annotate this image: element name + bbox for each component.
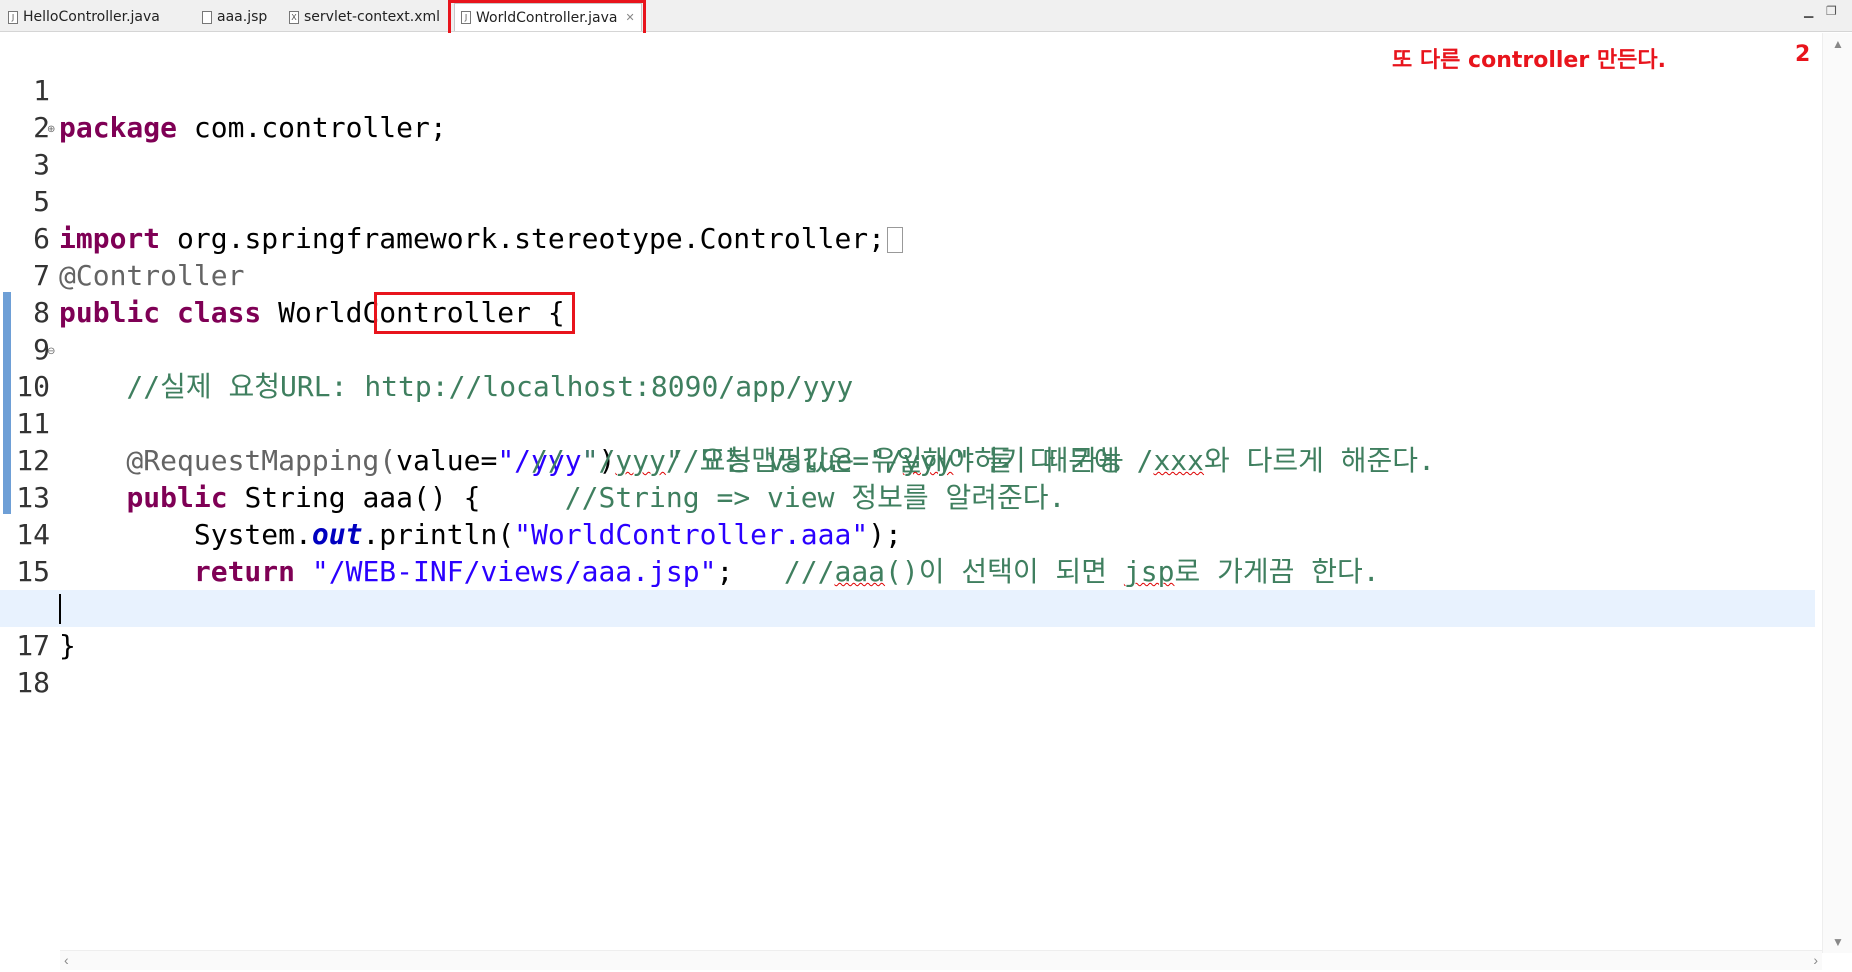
close-icon[interactable]: ✕ xyxy=(625,11,634,24)
code-line-7: 7 public class WorldController { xyxy=(0,220,1815,329)
code-line-16: 16 } xyxy=(0,553,1815,662)
code-line-10: 10 ⊖ @RequestMapping(value="/yyy") //요청맵… xyxy=(0,331,1815,477)
code-line-17-current[interactable]: 17 xyxy=(0,590,1815,662)
expand-fold-icon[interactable]: ⊕ xyxy=(47,111,55,148)
code-line-2: 2 xyxy=(0,72,1815,144)
tab-aaa-jsp[interactable]: aaa.jsp xyxy=(196,4,273,30)
tab-hello-controller[interactable]: J HelloController.java xyxy=(2,4,166,30)
annotation-note: 또 다른 controller 만든다. xyxy=(1392,48,1666,73)
code-line-18: 18 xyxy=(0,627,1815,699)
code-line-12: 12 public String aaa() { //String => vie… xyxy=(0,405,1815,514)
code-line-6: 6 @Controller xyxy=(0,183,1815,292)
code-line-15: 15 } xyxy=(0,516,1815,625)
java-file-icon: J xyxy=(8,10,18,24)
xml-file-icon: X xyxy=(289,10,299,24)
code-line-8: 8 xyxy=(0,257,1815,329)
code-line-3: 3 ⊕ import org.springframework.stereotyp… xyxy=(0,109,1815,255)
line-number: 18 xyxy=(16,666,50,699)
scroll-down-icon[interactable]: ▼ xyxy=(1832,935,1844,949)
editor-tab-bar: J HelloController.java aaa.jsp X servlet… xyxy=(0,0,1852,32)
scroll-left-icon[interactable]: ‹ xyxy=(64,952,69,968)
step-number: 2 xyxy=(1795,42,1811,67)
code-line-11: 11 // "/yyy" 또는 value="/yyy" 둘 다 가능 xyxy=(0,368,1815,477)
java-file-icon: J xyxy=(461,11,471,24)
horizontal-scrollbar[interactable]: ‹ › xyxy=(60,950,1822,970)
tab-label: servlet-context.xml xyxy=(304,9,441,25)
code-line-5: 5 xyxy=(0,146,1815,218)
maximize-icon[interactable]: ❐ xyxy=(1826,4,1837,18)
code-editor[interactable]: 1 package com.controller; 2 3 ⊕ import o… xyxy=(0,33,1852,972)
jsp-file-icon xyxy=(202,10,212,24)
minimize-icon[interactable]: ▁ xyxy=(1804,4,1813,18)
collapse-fold-icon[interactable]: ⊖ xyxy=(47,333,55,370)
code-line-14: 14 return "/WEB-INF/views/aaa.jsp"; ///a… xyxy=(0,479,1815,588)
text-caret xyxy=(59,594,61,624)
tab-servlet-context[interactable]: X servlet-context.xml xyxy=(283,4,446,30)
tab-world-controller[interactable]: J WorldController.java ✕ xyxy=(454,3,642,31)
scroll-right-icon[interactable]: › xyxy=(1813,952,1818,968)
tab-label: WorldController.java xyxy=(476,9,618,26)
vertical-scrollbar[interactable]: ▲ ▼ xyxy=(1822,33,1852,953)
code-line-9: 9 //실제 요청URL: http://localhost:8090/app/… xyxy=(0,294,1815,403)
code-line-13: 13 System.out.println("WorldController.a… xyxy=(0,442,1815,551)
tab-label: aaa.jsp xyxy=(217,9,268,25)
scroll-up-icon[interactable]: ▲ xyxy=(1832,37,1844,51)
tab-label: HelloController.java xyxy=(23,9,160,25)
